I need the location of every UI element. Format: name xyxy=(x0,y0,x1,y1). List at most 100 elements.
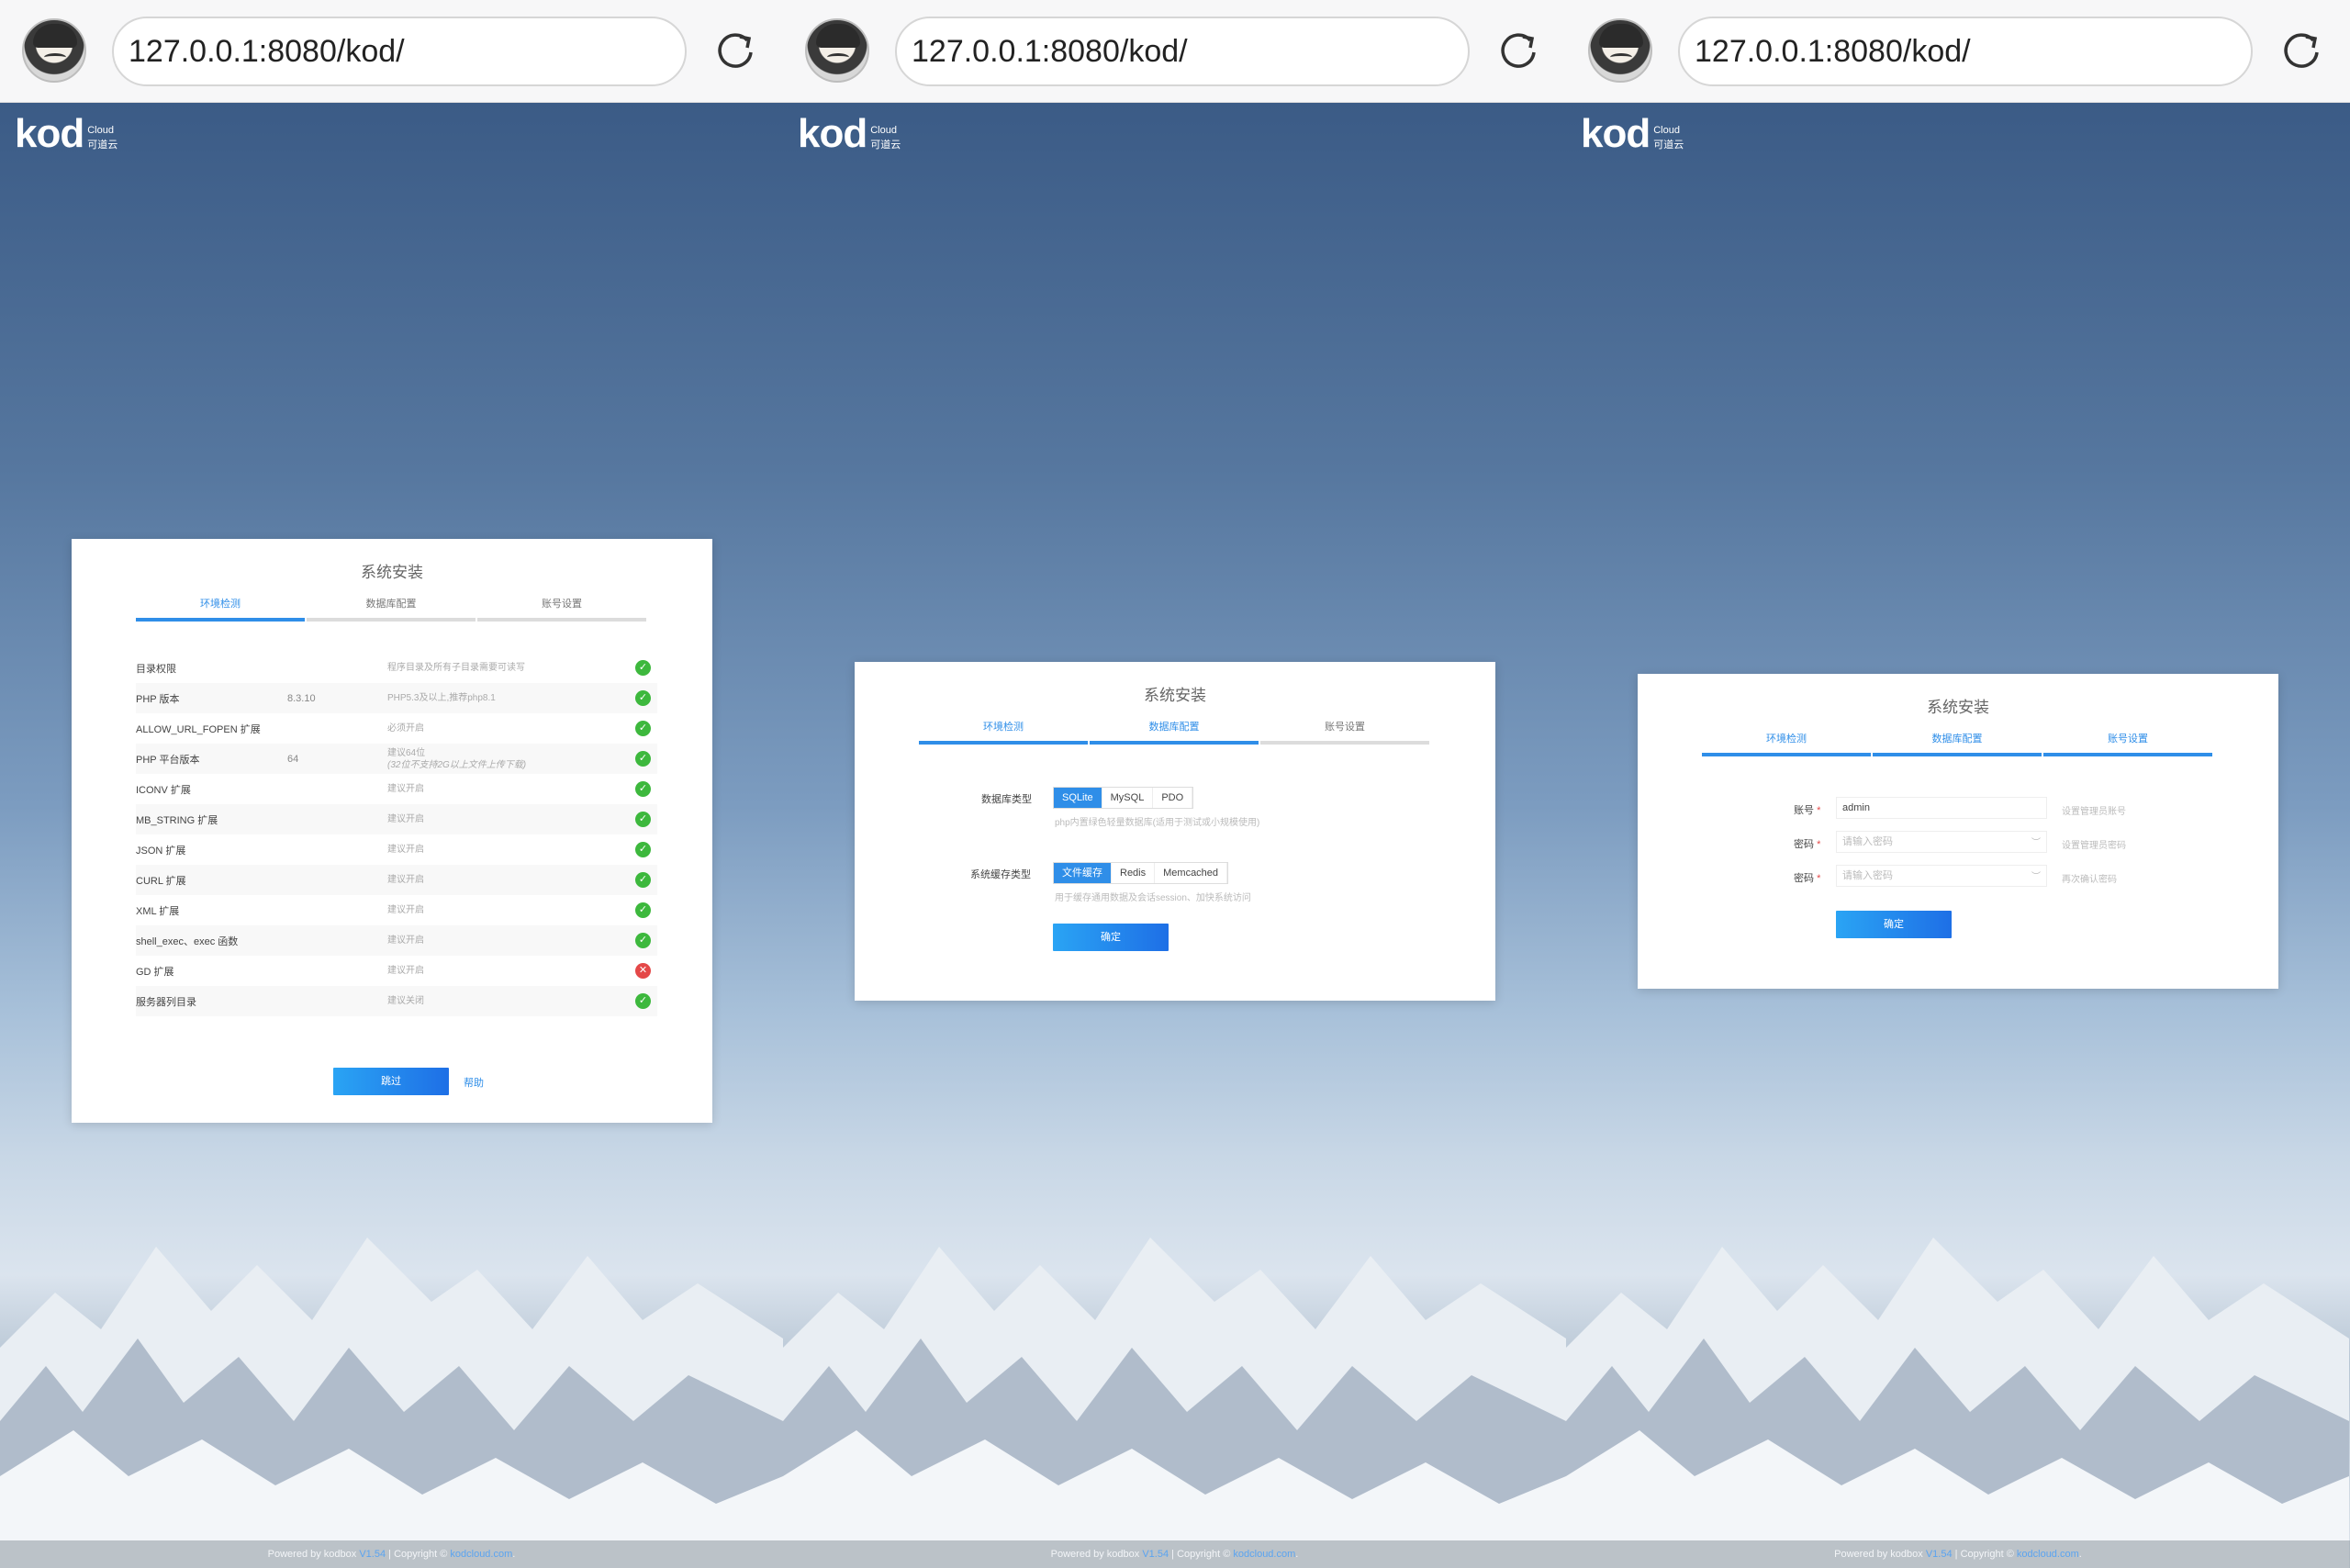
logo-brand: kod xyxy=(798,111,867,156)
env-check-note-text: 建议开启 xyxy=(387,935,424,946)
profile-avatar[interactable] xyxy=(805,18,869,83)
env-check-status: ✓ xyxy=(635,804,657,834)
env-check-name: XML 扩展 xyxy=(136,905,180,917)
logo-brand: kod xyxy=(15,111,84,156)
check-icon: ✓ xyxy=(635,660,651,676)
profile-avatar[interactable] xyxy=(22,18,86,83)
install-card: 系统安装 环境检测 数据库配置 账号设置 目录权限 程序目录及所有子目录需要可读写… xyxy=(72,539,712,1123)
install-steps: 环境检测 数据库配置 账号设置 xyxy=(919,719,1431,745)
env-check-row: MB_STRING 扩展 建议开启 ✓ xyxy=(136,804,657,834)
env-check-note-text: 建议开启 xyxy=(387,905,424,915)
env-check-name: ALLOW_URL_FOPEN 扩展 xyxy=(136,723,261,735)
footer-copyright: Copyright © xyxy=(394,1549,448,1560)
env-check-name: MB_STRING 扩展 xyxy=(136,804,287,834)
footer-version[interactable]: V1.54 xyxy=(1142,1549,1169,1560)
db-type-mysql[interactable]: MySQL xyxy=(1102,788,1154,808)
reload-icon[interactable] xyxy=(2278,28,2324,73)
reload-icon[interactable] xyxy=(712,28,758,73)
env-check-status: ✓ xyxy=(635,774,657,804)
footer-site-link[interactable]: kodcloud.com xyxy=(450,1549,512,1560)
password-confirm-placeholder: 请输入密码 xyxy=(1842,870,1893,881)
username-input[interactable]: admin xyxy=(1836,797,2047,819)
env-check-name: ICONV 扩展 xyxy=(136,784,191,796)
env-check-status: ✓ xyxy=(635,683,657,713)
env-check-row: CURL 扩展 建议开启 ✓ xyxy=(136,865,657,895)
env-check-note-detail: (32位不支持2G以上文件上传下载) xyxy=(387,759,527,770)
help-link[interactable]: 帮助 xyxy=(464,1075,484,1090)
eye-icon[interactable]: ︶ xyxy=(2031,834,2041,854)
confirm-button[interactable]: 确定 xyxy=(1836,911,1952,938)
footer-sep: | xyxy=(388,1549,392,1560)
db-type-sqlite[interactable]: SQLite xyxy=(1054,788,1102,808)
footer-copyright: Copyright © xyxy=(1177,1549,1231,1560)
panel-db-config: 127.0.0.1:8080/kod/ kod Cloud 可道云 系统安装 环境… xyxy=(783,0,1566,1568)
password-label: 密码 * xyxy=(1794,836,1820,851)
error-icon: ✕ xyxy=(635,963,651,979)
footer-sep: | xyxy=(1954,1549,1958,1560)
env-check-note: 建议64位 (32位不支持2G以上文件上传下载) xyxy=(387,744,635,774)
env-check-status: ✓ xyxy=(635,653,657,683)
password-label-text: 密码 xyxy=(1794,839,1814,850)
install-title: 系统安装 xyxy=(1144,687,1206,704)
required-mark: * xyxy=(1817,839,1821,850)
footer-end: . xyxy=(2078,1549,2082,1560)
step-account[interactable]: 账号设置 xyxy=(2043,731,2212,756)
footer-version[interactable]: V1.54 xyxy=(359,1549,386,1560)
env-check-note: 建议开启 xyxy=(387,925,635,956)
step-db-config[interactable]: 数据库配置 xyxy=(1090,719,1259,745)
cache-type-selector: 文件缓存 Redis Memcached xyxy=(1053,862,1229,884)
address-bar[interactable]: 127.0.0.1:8080/kod/ xyxy=(112,17,687,86)
logo-brand: kod xyxy=(1581,111,1651,156)
password-confirm-label-text: 密码 xyxy=(1794,873,1814,884)
logo-cloud: Cloud 可道云 xyxy=(1653,123,1684,152)
step-account[interactable]: 账号设置 xyxy=(477,596,646,622)
step-db-config[interactable]: 数据库配置 xyxy=(1873,731,2042,756)
env-check-value xyxy=(287,865,387,895)
eye-icon[interactable]: ︶ xyxy=(2031,868,2041,888)
browser-toolbar: 127.0.0.1:8080/kod/ xyxy=(1566,0,2350,103)
footer-sep: | xyxy=(1171,1549,1175,1560)
logo-cloud-text: Cloud xyxy=(1653,125,1680,136)
step-env-check[interactable]: 环境检测 xyxy=(136,596,305,622)
address-bar[interactable]: 127.0.0.1:8080/kod/ xyxy=(895,17,1470,86)
footer-powered: Powered by kodbox xyxy=(267,1549,357,1560)
env-check-name: shell_exec、exec 函数 xyxy=(136,925,287,956)
profile-avatar[interactable] xyxy=(1588,18,1652,83)
footer-site-link[interactable]: kodcloud.com xyxy=(1233,1549,1295,1560)
install-steps: 环境检测 数据库配置 账号设置 xyxy=(136,596,648,622)
confirm-button[interactable]: 确定 xyxy=(1053,924,1169,951)
cache-type-redis[interactable]: Redis xyxy=(1112,863,1156,883)
required-mark: * xyxy=(1817,805,1821,816)
mountain-illustration xyxy=(783,1238,1566,1568)
cache-type-file[interactable]: 文件缓存 xyxy=(1054,863,1112,883)
reload-icon[interactable] xyxy=(1495,28,1541,73)
password-confirm-hint: 再次确认密码 xyxy=(2062,875,2117,885)
env-check-status: ✕ xyxy=(635,956,657,986)
env-check-value xyxy=(287,834,387,865)
env-check-row: 目录权限 程序目录及所有子目录需要可读写 ✓ xyxy=(136,653,657,683)
step-env-check[interactable]: 环境检测 xyxy=(1702,731,1871,756)
env-check-value xyxy=(287,925,387,956)
install-title: 系统安装 xyxy=(361,564,423,581)
cache-type-memcached[interactable]: Memcached xyxy=(1155,863,1228,883)
env-check-row: ALLOW_URL_FOPEN 扩展 必须开启 ✓ xyxy=(136,713,657,744)
env-check-value xyxy=(287,956,387,986)
address-bar[interactable]: 127.0.0.1:8080/kod/ xyxy=(1678,17,2253,86)
env-check-row: PHP 平台版本 64 建议64位 (32位不支持2G以上文件上传下载) ✓ xyxy=(136,744,657,774)
check-icon: ✓ xyxy=(635,721,651,736)
cache-type-hint: 用于缓存通用数据及会话session、加快系统访问 xyxy=(1055,893,1251,903)
env-check-note: 建议关闭 xyxy=(387,986,635,1016)
check-icon: ✓ xyxy=(635,902,651,918)
step-account[interactable]: 账号设置 xyxy=(1260,719,1429,745)
step-env-check[interactable]: 环境检测 xyxy=(919,719,1088,745)
password-confirm-input[interactable]: 请输入密码 ︶ xyxy=(1836,865,2047,887)
env-check-note-text: 建议开启 xyxy=(387,784,424,794)
skip-button[interactable]: 跳过 xyxy=(333,1068,449,1095)
footer-version[interactable]: V1.54 xyxy=(1926,1549,1953,1560)
step-db-config[interactable]: 数据库配置 xyxy=(307,596,476,622)
env-check-note: 建议开启 xyxy=(387,834,635,865)
env-check-note: 建议开启 xyxy=(387,865,635,895)
footer-site-link[interactable]: kodcloud.com xyxy=(2017,1549,2079,1560)
db-type-pdo[interactable]: PDO xyxy=(1153,788,1193,808)
password-input[interactable]: 请输入密码 ︶ xyxy=(1836,831,2047,853)
